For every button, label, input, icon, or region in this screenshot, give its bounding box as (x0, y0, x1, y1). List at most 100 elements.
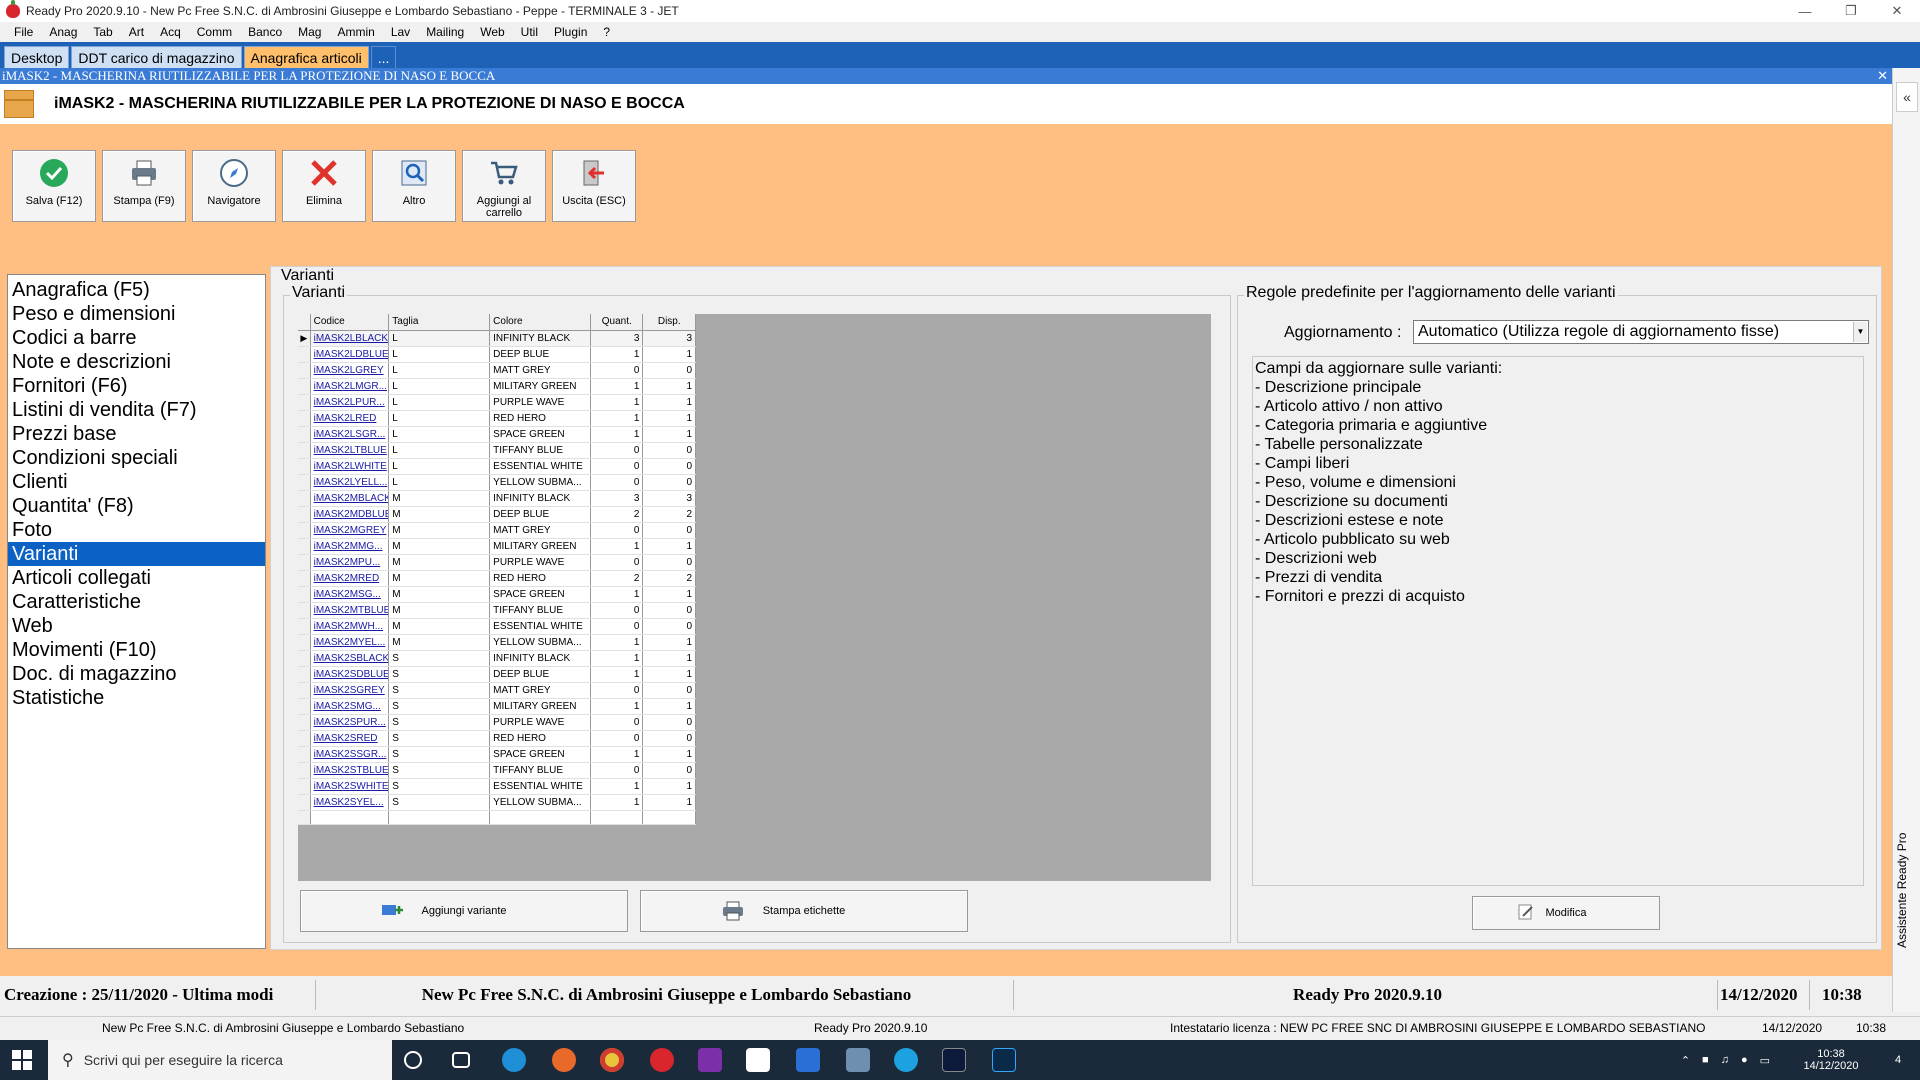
edge-icon[interactable] (502, 1048, 526, 1072)
task-view-icon[interactable] (452, 1052, 470, 1068)
row-indicator[interactable] (298, 490, 311, 507)
variant-row[interactable]: iMASK2MTBLUE M TIFFANY BLUE 0 0 (298, 602, 696, 619)
update-mode-select[interactable]: Automatico (Utilizza regole di aggiornam… (1413, 320, 1869, 344)
variant-code-link[interactable]: iMASK2LSGR... (310, 426, 390, 443)
row-indicator[interactable] (298, 474, 311, 491)
variant-row[interactable]: iMASK2SRED S RED HERO 0 0 (298, 730, 696, 747)
row-indicator[interactable] (298, 362, 311, 379)
variant-row[interactable]: iMASK2LMGR... L MILITARY GREEN 1 1 (298, 378, 696, 395)
row-indicator[interactable] (298, 602, 311, 619)
row-indicator[interactable] (298, 346, 311, 363)
notifications-icon[interactable]: 4 (1884, 1040, 1912, 1080)
variant-code-link[interactable]: iMASK2STBLUE (310, 762, 390, 779)
ready-pro-icon[interactable] (650, 1048, 674, 1072)
modify-button[interactable]: Modifica (1472, 896, 1660, 930)
display-icon[interactable]: ▭ (1760, 1054, 1770, 1067)
variant-code-link[interactable]: iMASK2LPUR... (310, 394, 390, 411)
variant-code-link[interactable]: iMASK2MDBLUE (310, 506, 390, 523)
tab-anagrafica-articoli[interactable]: Anagrafica articoli (243, 46, 369, 68)
close-icon[interactable]: ✕ (1874, 0, 1920, 22)
nav-item-varianti[interactable]: Varianti (8, 542, 265, 566)
row-indicator[interactable] (298, 410, 311, 427)
variant-row[interactable]: iMASK2MDBLUE M DEEP BLUE 2 2 (298, 506, 696, 523)
nav-item-doc-magazzino[interactable]: Doc. di magazzino (8, 662, 265, 686)
variant-code-link[interactable]: iMASK2MMG... (310, 538, 390, 555)
row-indicator[interactable] (298, 666, 311, 683)
menu-plugin[interactable]: Plugin (546, 25, 595, 39)
nav-item-listini-vendita[interactable]: Listini di vendita (F7) (8, 398, 265, 422)
antivirus-icon[interactable]: ● (1741, 1054, 1748, 1066)
nav-item-web[interactable]: Web (8, 614, 265, 638)
row-indicator[interactable] (298, 778, 311, 795)
empty-new-row[interactable] (298, 810, 696, 825)
dropdown-arrow-icon[interactable]: ▼ (1853, 322, 1867, 342)
row-indicator[interactable] (298, 506, 311, 523)
variant-row[interactable]: iMASK2MBLACK M INFINITY BLACK 3 3 (298, 490, 696, 507)
row-indicator[interactable] (298, 746, 311, 763)
row-indicator[interactable] (298, 794, 311, 811)
fields-to-update-box[interactable]: Campi da aggiornare sulle varianti: - De… (1252, 356, 1864, 886)
variant-row[interactable]: iMASK2MPU... M PURPLE WAVE 0 0 (298, 554, 696, 571)
nav-item-clienti[interactable]: Clienti (8, 470, 265, 494)
nav-item-anagrafica[interactable]: Anagrafica (F5) (8, 278, 265, 302)
current-row-arrow-icon[interactable]: ▶ (298, 330, 311, 347)
subwindow-close-icon[interactable]: ✕ (1877, 68, 1888, 84)
variant-row[interactable]: iMASK2SDBLUE S DEEP BLUE 1 1 (298, 666, 696, 683)
volume-icon[interactable]: ♫ (1721, 1054, 1729, 1066)
nav-item-statistiche[interactable]: Statistiche (8, 686, 265, 710)
variant-code-link[interactable]: iMASK2LRED (310, 410, 390, 427)
variant-code-link[interactable]: iMASK2LWHITE (310, 458, 390, 475)
tab-ddt-carico[interactable]: DDT carico di magazzino (71, 46, 242, 68)
variant-row[interactable]: iMASK2SGREY S MATT GREY 0 0 (298, 682, 696, 699)
save-button[interactable]: Salva (F12) (12, 150, 96, 222)
variant-row[interactable]: iMASK2LWHITE L ESSENTIAL WHITE 0 0 (298, 458, 696, 475)
variant-code-link[interactable]: iMASK2MTBLUE (310, 602, 390, 619)
variant-row[interactable]: iMASK2SPUR... S PURPLE WAVE 0 0 (298, 714, 696, 731)
firefox-icon[interactable] (552, 1048, 576, 1072)
menu-mag[interactable]: Mag (290, 25, 329, 39)
row-indicator[interactable] (298, 650, 311, 667)
variant-code-link[interactable]: iMASK2MGREY (310, 522, 390, 539)
variant-code-link[interactable]: iMASK2SDBLUE (310, 666, 390, 683)
row-indicator[interactable] (298, 378, 311, 395)
row-indicator[interactable] (298, 714, 311, 731)
taskbar-search-box[interactable]: ⚲ Scrivi qui per eseguire la ricerca (48, 1040, 392, 1080)
menu-anag[interactable]: Anag (41, 25, 85, 39)
variant-code-link[interactable]: iMASK2SSGR... (310, 746, 390, 763)
calculator-icon[interactable] (846, 1048, 870, 1072)
variant-row[interactable]: iMASK2LPUR... L PURPLE WAVE 1 1 (298, 394, 696, 411)
column-header-colore[interactable]: Colore (489, 314, 592, 331)
taskbar-clock[interactable]: 10:38 14/12/2020 (1786, 1040, 1876, 1080)
menu-tab[interactable]: Tab (85, 25, 120, 39)
column-header-quant[interactable]: Quant. (590, 314, 644, 331)
nav-item-codici-barre[interactable]: Codici a barre (8, 326, 265, 350)
variant-code-link[interactable]: iMASK2MBLACK (310, 490, 390, 507)
variant-row[interactable]: iMASK2MWH... M ESSENTIAL WHITE 0 0 (298, 618, 696, 635)
variant-code-link[interactable]: iMASK2LBLACK (310, 330, 390, 347)
variant-row[interactable]: iMASK2SWHITE S ESSENTIAL WHITE 1 1 (298, 778, 696, 795)
row-indicator[interactable] (298, 634, 311, 651)
variant-code-link[interactable]: iMASK2LGREY (310, 362, 390, 379)
menu-file[interactable]: File (6, 25, 41, 39)
skype-icon[interactable] (894, 1048, 918, 1072)
variant-code-link[interactable]: iMASK2LTBLUE (310, 442, 390, 459)
network-icon[interactable]: ■ (1702, 1054, 1709, 1066)
row-indicator[interactable] (298, 522, 311, 539)
variant-code-link[interactable]: iMASK2SMG... (310, 698, 390, 715)
collapse-chevron-icon[interactable]: « (1896, 82, 1918, 112)
row-indicator[interactable] (298, 762, 311, 779)
variant-code-link[interactable]: iMASK2LYELL... (310, 474, 390, 491)
row-indicator[interactable] (298, 394, 311, 411)
variant-row[interactable]: iMASK2SSGR... S SPACE GREEN 1 1 (298, 746, 696, 763)
nav-item-caratteristiche[interactable]: Caratteristiche (8, 590, 265, 614)
menu-util[interactable]: Util (513, 25, 546, 39)
other-button[interactable]: Altro (372, 150, 456, 222)
nav-item-note-descrizioni[interactable]: Note e descrizioni (8, 350, 265, 374)
row-indicator[interactable] (298, 730, 311, 747)
add-to-cart-button[interactable]: Aggiungi al carrello (462, 150, 546, 222)
tab-desktop[interactable]: Desktop (4, 46, 70, 68)
variant-row[interactable]: iMASK2SYEL... S YELLOW SUBMA... 1 1 (298, 794, 696, 811)
menu-ammin[interactable]: Ammin (329, 25, 382, 39)
variant-code-link[interactable]: iMASK2MRED (310, 570, 390, 587)
nav-item-quantita[interactable]: Quantita' (F8) (8, 494, 265, 518)
